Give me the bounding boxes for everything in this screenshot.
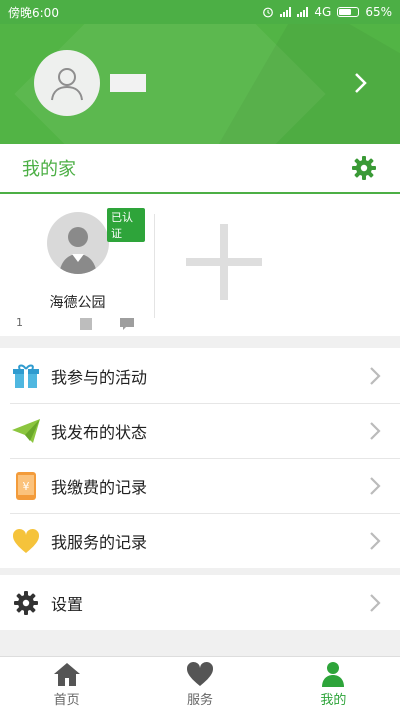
tab-mine[interactable]: 我的 <box>267 657 400 711</box>
menu-label: 我发布的状态 <box>51 422 148 442</box>
home-icon <box>53 662 80 686</box>
battery-icon <box>337 7 360 17</box>
home-member-card[interactable]: 已认证 海德公园 1 <box>10 208 145 330</box>
home-icon-small[interactable] <box>80 318 92 330</box>
menu-label: 设置 <box>51 594 84 614</box>
heart-icon <box>10 525 42 557</box>
menu-item-status[interactable]: 我发布的状态 <box>0 403 400 458</box>
payment-phone-icon: ¥ <box>10 470 42 502</box>
person-icon <box>59 227 97 274</box>
member-count: 1 <box>16 316 23 329</box>
chevron-right-icon[interactable] <box>350 68 370 98</box>
chevron-right-icon <box>370 366 381 385</box>
vertical-divider <box>154 214 155 318</box>
user-icon <box>322 661 345 687</box>
section-title: 我的家 <box>22 159 76 180</box>
gift-icon <box>10 360 42 392</box>
profile-name-redacted <box>110 74 146 92</box>
menu-label: 我参与的活动 <box>51 367 148 387</box>
paper-plane-icon <box>10 415 42 447</box>
chevron-right-icon <box>370 476 381 495</box>
menu-item-services[interactable]: 我服务的记录 <box>0 513 400 568</box>
home-name: 海德公园 <box>49 295 106 311</box>
menu-label: 我缴费的记录 <box>51 477 148 497</box>
network-type: 4G <box>314 5 332 19</box>
alarm-icon <box>263 7 274 18</box>
menu-item-settings[interactable]: 设置 <box>0 575 400 630</box>
home-avatar <box>47 212 109 274</box>
home-card: 已认证 海德公园 1 <box>0 194 400 336</box>
tab-label: 首页 <box>53 692 80 708</box>
menu-item-activities[interactable]: 我参与的活动 <box>0 348 400 403</box>
message-icon[interactable] <box>120 318 134 330</box>
tab-label: 我的 <box>320 692 347 708</box>
tab-home[interactable]: 首页 <box>0 657 133 711</box>
gear-icon[interactable] <box>350 154 378 182</box>
chevron-right-icon <box>370 593 381 612</box>
tab-bar: 首页 服务 我的 <box>0 656 400 711</box>
signal-icon <box>280 7 292 17</box>
menu-item-payments[interactable]: ¥ 我缴费的记录 <box>0 458 400 513</box>
battery-percent: 65% <box>365 5 392 19</box>
verified-badge: 已认证 <box>107 208 145 242</box>
gear-icon <box>10 587 42 619</box>
home-section-header: 我的家 <box>0 144 400 194</box>
user-icon <box>51 68 83 101</box>
heart-icon <box>186 661 214 686</box>
plus-icon[interactable] <box>186 224 262 300</box>
chevron-right-icon <box>370 531 381 550</box>
chevron-right-icon <box>370 421 381 440</box>
svg-text:¥: ¥ <box>23 480 30 493</box>
status-time: 傍晚6:00 <box>8 5 59 20</box>
tab-label: 服务 <box>186 692 213 708</box>
menu-label: 我服务的记录 <box>51 532 148 552</box>
settings-group: 设置 <box>0 575 400 630</box>
signal-icon <box>297 7 309 17</box>
menu-list: 我参与的活动 我发布的状态 ¥ 我缴费的记录 我服务的记录 <box>0 348 400 568</box>
profile-header[interactable] <box>0 24 400 144</box>
avatar[interactable] <box>34 50 100 116</box>
tab-services[interactable]: 服务 <box>133 657 266 711</box>
status-bar: 傍晚6:00 4G 65% <box>0 0 400 24</box>
